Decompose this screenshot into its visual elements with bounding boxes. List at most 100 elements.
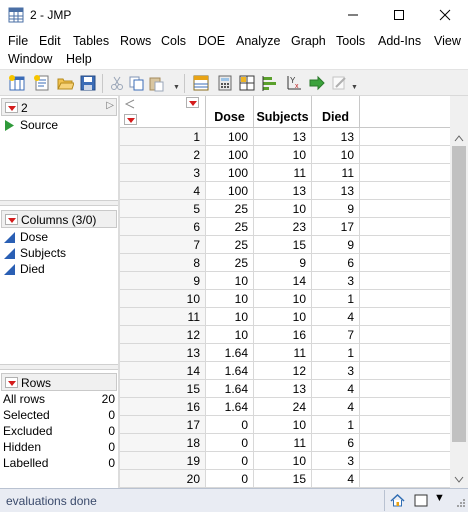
empty-cell[interactable] [360, 380, 450, 398]
data-cell[interactable]: 3 [312, 272, 360, 290]
empty-cell[interactable] [360, 146, 450, 164]
data-cell[interactable]: 1 [312, 416, 360, 434]
calculator-icon[interactable] [216, 74, 234, 92]
red-triangle-menu-icon[interactable] [124, 114, 137, 125]
data-cell[interactable]: 10 [206, 308, 254, 326]
row-number-cell[interactable]: 10 [120, 290, 206, 308]
table-row[interactable]: 7 25 15 9 [120, 236, 450, 254]
column-header-subjects[interactable]: Subjects [254, 96, 312, 128]
empty-cell[interactable] [360, 344, 450, 362]
toolbar-overflow-chevron-icon[interactable]: ▼ [173, 84, 180, 91]
empty-cell[interactable] [360, 182, 450, 200]
data-cell[interactable]: 9 [312, 236, 360, 254]
menu-add-ins[interactable]: Add-Ins [378, 34, 421, 48]
minimize-button[interactable] [330, 0, 376, 30]
empty-cell[interactable] [360, 254, 450, 272]
window-list-icon[interactable] [414, 494, 428, 507]
data-cell[interactable]: 13 [312, 182, 360, 200]
data-cell[interactable]: 0 [206, 416, 254, 434]
bar-chart-icon[interactable] [261, 74, 279, 92]
data-cell[interactable]: 15 [254, 236, 312, 254]
data-cell[interactable]: 16 [254, 326, 312, 344]
row-header-corner[interactable] [120, 96, 206, 128]
data-cell[interactable]: 4 [312, 470, 360, 488]
data-cell[interactable]: 1 [312, 290, 360, 308]
menu-view[interactable]: View [434, 34, 461, 48]
data-cell[interactable]: 12 [254, 362, 312, 380]
data-cell[interactable]: 4 [312, 398, 360, 416]
data-cell[interactable]: 11 [312, 164, 360, 182]
data-cell[interactable]: 10 [206, 326, 254, 344]
home-icon[interactable] [390, 493, 405, 508]
data-cell[interactable]: 4 [312, 308, 360, 326]
row-number-cell[interactable]: 16 [120, 398, 206, 416]
data-cell[interactable]: 13 [254, 182, 312, 200]
data-cell[interactable]: 7 [312, 326, 360, 344]
table-row[interactable]: 4 100 13 13 [120, 182, 450, 200]
data-cell[interactable]: 10 [254, 200, 312, 218]
row-number-cell[interactable]: 19 [120, 452, 206, 470]
row-number-cell[interactable]: 11 [120, 308, 206, 326]
data-cell[interactable]: 10 [206, 272, 254, 290]
empty-cell[interactable] [360, 326, 450, 344]
row-number-cell[interactable]: 14 [120, 362, 206, 380]
row-number-cell[interactable]: 1 [120, 128, 206, 146]
table-row[interactable]: 12 10 16 7 [120, 326, 450, 344]
row-number-cell[interactable]: 5 [120, 200, 206, 218]
column-header-dose[interactable]: Dose [206, 96, 254, 128]
new-script-icon[interactable] [33, 74, 51, 92]
data-cell[interactable]: 10 [254, 146, 312, 164]
data-cell[interactable]: 17 [312, 218, 360, 236]
row-number-cell[interactable]: 20 [120, 470, 206, 488]
menu-edit[interactable]: Edit [39, 34, 61, 48]
row-number-cell[interactable]: 15 [120, 380, 206, 398]
maximize-button[interactable] [376, 0, 422, 30]
empty-column-header[interactable] [360, 96, 450, 128]
empty-cell[interactable] [360, 398, 450, 416]
menu-file[interactable]: File [8, 34, 28, 48]
data-cell[interactable]: 1 [312, 344, 360, 362]
data-cell[interactable]: 3 [312, 452, 360, 470]
data-cell[interactable]: 1.64 [206, 362, 254, 380]
red-triangle-menu-icon[interactable] [186, 97, 199, 108]
data-cell[interactable]: 11 [254, 164, 312, 182]
row-number-cell[interactable]: 2 [120, 146, 206, 164]
red-triangle-menu-icon[interactable] [5, 377, 18, 388]
red-triangle-menu-icon[interactable] [5, 102, 18, 113]
row-number-cell[interactable]: 17 [120, 416, 206, 434]
data-cell[interactable]: 15 [254, 470, 312, 488]
panel-splitter[interactable] [0, 200, 118, 206]
select-all-corner-icon[interactable] [124, 98, 136, 110]
table-row[interactable]: 6 25 23 17 [120, 218, 450, 236]
data-cell[interactable]: 4 [312, 380, 360, 398]
window-list-dropdown-icon[interactable]: ▼ [434, 492, 445, 504]
data-cell[interactable]: 9 [312, 200, 360, 218]
empty-cell[interactable] [360, 470, 450, 488]
row-number-cell[interactable]: 7 [120, 236, 206, 254]
data-cell[interactable]: 0 [206, 452, 254, 470]
menu-analyze[interactable]: Analyze [236, 34, 280, 48]
paste-icon[interactable] [147, 74, 165, 92]
data-cell[interactable]: 25 [206, 200, 254, 218]
empty-cell[interactable] [360, 416, 450, 434]
data-cell[interactable]: 24 [254, 398, 312, 416]
data-cell[interactable]: 100 [206, 128, 254, 146]
new-data-table-icon[interactable] [8, 74, 26, 92]
model-arrow-icon[interactable] [308, 74, 326, 92]
table-row[interactable]: 20 0 15 4 [120, 470, 450, 488]
table-row[interactable]: 1 100 13 13 [120, 128, 450, 146]
table-row[interactable]: 9 10 14 3 [120, 272, 450, 290]
scroll-up-icon[interactable] [454, 134, 464, 142]
collapse-panel-icon[interactable]: ▷ [106, 100, 114, 111]
table-row[interactable]: 5 25 10 9 [120, 200, 450, 218]
empty-cell[interactable] [360, 452, 450, 470]
empty-cell[interactable] [360, 218, 450, 236]
empty-cell[interactable] [360, 200, 450, 218]
data-cell[interactable]: 13 [254, 128, 312, 146]
open-folder-icon[interactable] [56, 74, 74, 92]
row-number-cell[interactable]: 3 [120, 164, 206, 182]
data-cell[interactable]: 10 [254, 452, 312, 470]
data-cell[interactable]: 1.64 [206, 344, 254, 362]
table-row[interactable]: 18 0 11 6 [120, 434, 450, 452]
menu-graph[interactable]: Graph [291, 34, 326, 48]
